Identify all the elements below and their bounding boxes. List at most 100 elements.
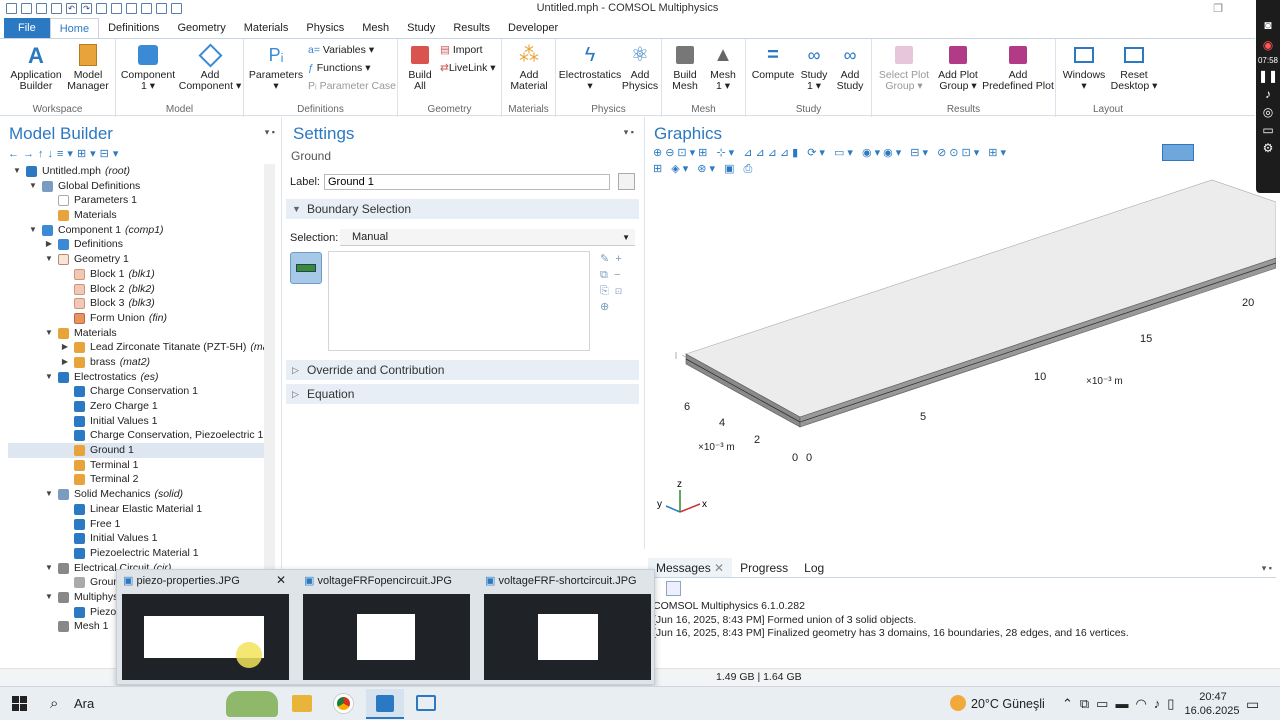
tray-icons[interactable]: ⌃⧉▭▬◠♪▯	[1062, 696, 1181, 712]
tab-geometry[interactable]: Geometry	[168, 18, 234, 38]
expand-arrow-icon[interactable]: ▼	[28, 179, 38, 194]
webcam-icon[interactable]: ◎	[1256, 101, 1280, 119]
override-contribution-section[interactable]: ▷ Override and Contribution	[286, 360, 639, 380]
reset-desktop-button[interactable]: Reset Desktop ▾	[1108, 43, 1160, 92]
expand-arrow-icon[interactable]: ▼	[28, 223, 38, 238]
settings-gear-icon[interactable]: ⚙	[1256, 137, 1280, 155]
tree-node[interactable]: Terminal 1	[8, 458, 264, 473]
tab-materials[interactable]: Materials	[235, 18, 298, 38]
create-selection-icon[interactable]: ⊕	[600, 301, 609, 313]
tree-node[interactable]: Piezoelectric Material 1	[8, 546, 264, 561]
equation-section[interactable]: ▷ Equation	[286, 384, 639, 404]
graphics-toolbar[interactable]: ⊕⊖⊡▾⊞ ⊹▾ ⊿⊿⊿⊿▮ ⟳▾ ▭▾ ◉▾◉▾ ⊟▾ ⊘⊙⊡▾ ⊞▾	[653, 146, 1009, 159]
tab-progress[interactable]: Progress	[732, 558, 796, 577]
pause-icon[interactable]: ❚❚	[1256, 65, 1280, 83]
functions-button[interactable]: ƒ Functions ▾	[308, 62, 370, 74]
tree-node[interactable]: Materials	[8, 208, 264, 223]
tree-node[interactable]: Block 2 (blk2)	[8, 282, 264, 297]
component-button[interactable]: Component 1 ▾	[118, 43, 178, 92]
close-icon[interactable]: ✕	[276, 573, 286, 587]
tree-node[interactable]: Charge Conservation 1	[8, 384, 264, 399]
import-button[interactable]: ▤ Import	[440, 44, 483, 56]
mesh-button[interactable]: ▲ Mesh 1 ▾	[704, 43, 742, 92]
clock-date[interactable]: 16.06.2025	[1182, 705, 1242, 717]
weather-text[interactable]: 20°C Güneşli	[971, 697, 1045, 711]
photos-icon[interactable]	[416, 695, 436, 711]
tree-node[interactable]: ▼ Component 1 (comp1)	[8, 223, 264, 238]
tree-node[interactable]: Block 3 (blk3)	[8, 296, 264, 311]
tree-node[interactable]: ▼ Untitled.mph (root)	[8, 164, 264, 179]
thumbnail-piezo-properties[interactable]: ▣ piezo-properties.JPG ✕	[117, 570, 292, 684]
tab-results[interactable]: Results	[444, 18, 499, 38]
tab-mesh[interactable]: Mesh	[353, 18, 398, 38]
record-icon[interactable]: ◉	[1256, 32, 1280, 52]
expand-arrow-icon[interactable]: ▼	[44, 487, 54, 502]
file-explorer-icon[interactable]	[292, 695, 312, 712]
selection-list[interactable]	[328, 251, 590, 351]
tree-node[interactable]: ▼ Materials	[8, 326, 264, 341]
tree-node[interactable]: Terminal 2	[8, 472, 264, 487]
windows-button[interactable]: Windows ▾	[1058, 43, 1110, 92]
add-plot-group-button[interactable]: Add Plot Group ▾	[930, 43, 986, 92]
zoom-selection-icon[interactable]: ⊡	[615, 285, 622, 297]
tab-developer[interactable]: Developer	[499, 18, 567, 38]
settings-menu-icon[interactable]: ▾ ▪	[624, 127, 634, 138]
expand-arrow-icon[interactable]: ▼	[44, 590, 54, 605]
model-manager-button[interactable]: Model Manager	[64, 43, 112, 92]
add-material-button[interactable]: ⁂ Add Material	[504, 43, 554, 92]
tree-node[interactable]: Linear Elastic Material 1	[8, 502, 264, 517]
tree-node[interactable]: ▼ Electrostatics (es)	[8, 370, 264, 385]
expand-arrow-icon[interactable]: ▼	[44, 370, 54, 385]
tree-node[interactable]: Parameters 1	[8, 193, 264, 208]
screen-icon[interactable]: ▭	[1256, 119, 1280, 137]
electrostatics-button[interactable]: ϟ Electrostatics ▾	[558, 43, 622, 92]
active-toggle-button[interactable]	[290, 252, 322, 284]
restore-window-icon[interactable]: ❐	[1213, 2, 1223, 15]
parameter-case-button[interactable]: Pᵢ Parameter Case	[308, 80, 396, 92]
variables-button[interactable]: a= Variables ▾	[308, 44, 374, 56]
build-all-button[interactable]: Build All	[400, 43, 440, 92]
comsol-taskbar-button[interactable]	[366, 689, 404, 719]
tree-node[interactable]: ▼ Solid Mechanics (solid)	[8, 487, 264, 502]
tab-home[interactable]: Home	[49, 18, 100, 38]
microphone-icon[interactable]: ♪	[1256, 83, 1280, 101]
study-button[interactable]: ∞ Study 1 ▾	[796, 43, 832, 92]
expand-arrow-icon[interactable]: ▼	[44, 561, 54, 576]
selection-dropdown[interactable]: Manual ▼	[340, 229, 635, 246]
livelink-button[interactable]: ⇄LiveLink ▾	[440, 62, 496, 74]
close-icon[interactable]: ✕	[714, 561, 724, 575]
remove-icon[interactable]: −	[614, 269, 620, 281]
tab-physics[interactable]: Physics	[297, 18, 353, 38]
reset-label-icon[interactable]	[618, 173, 635, 190]
tree-node[interactable]: ▶ brass (mat2)	[8, 355, 264, 370]
tree-node[interactable]: Initial Values 1	[8, 531, 264, 546]
tree-node[interactable]: Form Union (fin)	[8, 311, 264, 326]
collapse-arrow-icon[interactable]: ▶	[60, 355, 70, 370]
camera-icon[interactable]: ◙	[1256, 0, 1280, 32]
clear-selection-icon[interactable]: ⎘	[600, 285, 609, 297]
copy-selection-icon[interactable]: ⧉	[600, 269, 608, 281]
tab-log[interactable]: Log	[796, 558, 832, 577]
graphics-canvas[interactable]: 5 10 15 20 ×10⁻³ m 0 0 2 4 6 ×10⁻³ m z x…	[646, 172, 1276, 550]
tab-definitions[interactable]: Definitions	[99, 18, 168, 38]
expand-arrow-icon[interactable]: ▼	[44, 252, 54, 267]
tree-node[interactable]: ▶ Definitions	[8, 237, 264, 252]
compute-button[interactable]: = Compute	[750, 43, 796, 81]
tree-node[interactable]: ▶ Lead Zirconate Titanate (PZT-5H)(ma	[8, 340, 264, 355]
add-physics-button[interactable]: ⚛ Add Physics	[620, 43, 660, 92]
thumbnail-voltage-frf-short[interactable]: ▣ voltageFRF-shortcircuit.JPG	[479, 570, 654, 684]
parameters-button[interactable]: Pᵢ Parameters ▾	[248, 43, 304, 92]
chrome-icon[interactable]	[334, 694, 353, 713]
tab-file[interactable]: File	[4, 18, 50, 38]
expand-arrow-icon[interactable]: ▼	[44, 326, 54, 341]
tree-node[interactable]: Initial Values 1	[8, 414, 264, 429]
tree-node[interactable]: ▼ Geometry 1	[8, 252, 264, 267]
graphics-active-button[interactable]	[1162, 144, 1194, 161]
add-component-button[interactable]: Add Component ▾	[178, 42, 242, 92]
clear-messages-icon[interactable]	[666, 581, 681, 596]
model-builder-toolbar[interactable]: ←→↑↓≡▾⊞▾⊟▾	[8, 147, 122, 160]
add-study-button[interactable]: ∞ Add Study	[832, 43, 868, 92]
taskbar-search[interactable]: Ara	[74, 696, 94, 711]
expand-arrow-icon[interactable]: ▼	[12, 164, 22, 179]
thumbnail-voltage-frf-open[interactable]: ▣ voltageFRFopencircuit.JPG	[298, 570, 473, 684]
